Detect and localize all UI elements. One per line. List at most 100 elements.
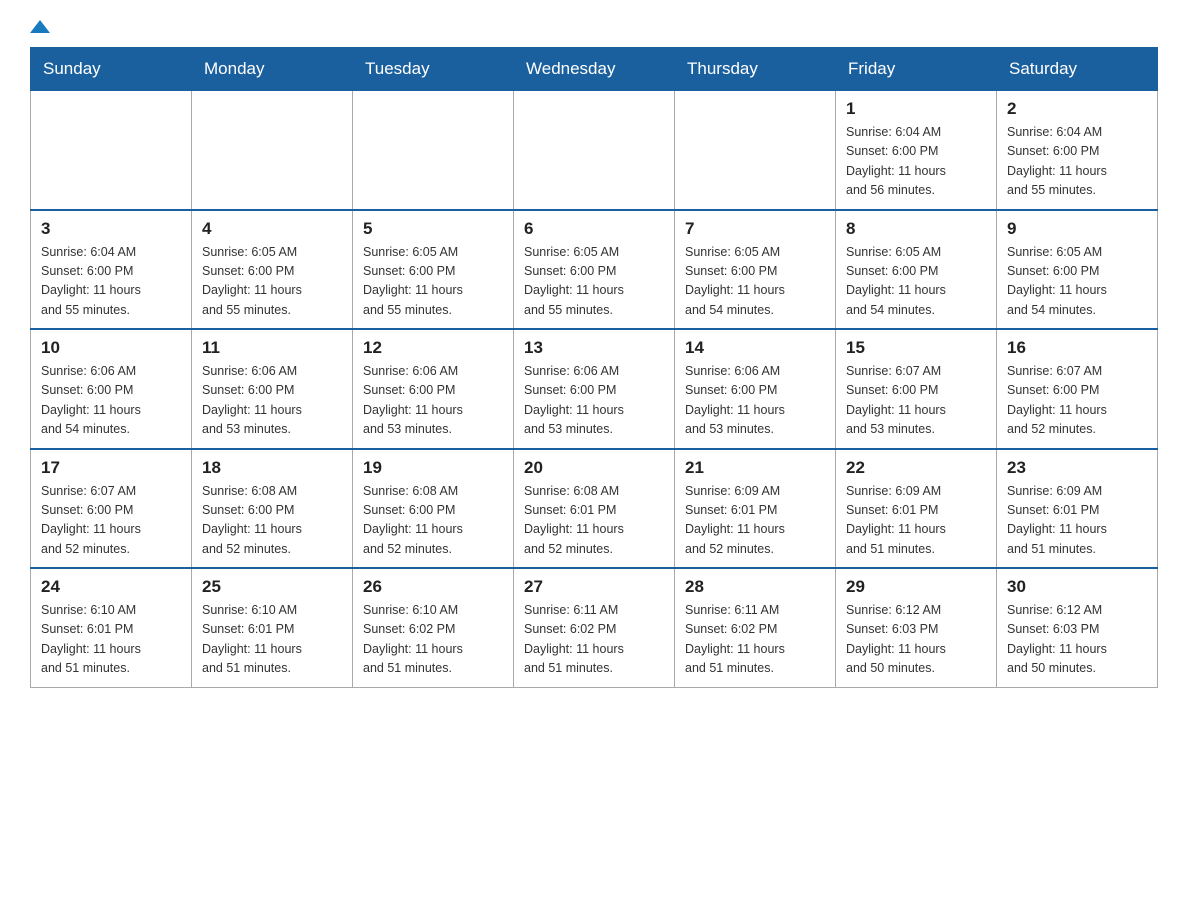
calendar-cell: 3 Sunrise: 6:04 AM Sunset: 6:00 PM Daylig… <box>31 210 192 330</box>
calendar-cell: 5 Sunrise: 6:05 AM Sunset: 6:00 PM Daylig… <box>353 210 514 330</box>
calendar-table: SundayMondayTuesdayWednesdayThursdayFrid… <box>30 47 1158 688</box>
day-number: 12 <box>363 338 503 358</box>
calendar-week-row: 1 Sunrise: 6:04 AM Sunset: 6:00 PM Daylig… <box>31 90 1158 210</box>
calendar-cell: 18Sunrise: 6:08 AM Sunset: 6:00 PM Dayli… <box>192 449 353 569</box>
calendar-cell: 23 Sunrise: 6:09 AM Sunset: 6:01 PM Dayli… <box>997 449 1158 569</box>
day-number: 26 <box>363 577 503 597</box>
day-info: Sunrise: 6:07 AM Sunset: 6:00 PM Dayligh… <box>41 482 181 560</box>
day-info: Sunrise: 6:09 AM Sunset: 6:01 PM Dayligh… <box>1007 482 1147 560</box>
day-info: Sunrise: 6:06 AM Sunset: 6:00 PM Dayligh… <box>685 362 825 440</box>
day-number: 3 <box>41 219 181 239</box>
calendar-cell: 1 Sunrise: 6:04 AM Sunset: 6:00 PM Daylig… <box>836 90 997 210</box>
calendar-week-row: 17 Sunrise: 6:07 AM Sunset: 6:00 PM Dayli… <box>31 449 1158 569</box>
calendar-cell: 13 Sunrise: 6:06 AM Sunset: 6:00 PM Dayli… <box>514 329 675 449</box>
day-info: Sunrise: 6:05 AM Sunset: 6:00 PM Dayligh… <box>202 243 342 321</box>
calendar-week-row: 3 Sunrise: 6:04 AM Sunset: 6:00 PM Daylig… <box>31 210 1158 330</box>
day-info: Sunrise: 6:05 AM Sunset: 6:00 PM Dayligh… <box>363 243 503 321</box>
day-info: Sunrise: 6:11 AM Sunset: 6:02 PM Dayligh… <box>524 601 664 679</box>
day-info: Sunrise: 6:10 AM Sunset: 6:01 PM Dayligh… <box>41 601 181 679</box>
calendar-cell: 17 Sunrise: 6:07 AM Sunset: 6:00 PM Dayli… <box>31 449 192 569</box>
calendar-cell: 11 Sunrise: 6:06 AM Sunset: 6:00 PM Dayli… <box>192 329 353 449</box>
day-info: Sunrise: 6:05 AM Sunset: 6:00 PM Dayligh… <box>846 243 986 321</box>
day-info: Sunrise: 6:12 AM Sunset: 6:03 PM Dayligh… <box>846 601 986 679</box>
calendar-cell: 19Sunrise: 6:08 AM Sunset: 6:00 PM Dayli… <box>353 449 514 569</box>
day-info: Sunrise: 6:05 AM Sunset: 6:00 PM Dayligh… <box>524 243 664 321</box>
day-info: Sunrise: 6:12 AM Sunset: 6:03 PM Dayligh… <box>1007 601 1147 679</box>
day-number: 23 <box>1007 458 1147 478</box>
day-info: Sunrise: 6:07 AM Sunset: 6:00 PM Dayligh… <box>846 362 986 440</box>
day-number: 1 <box>846 99 986 119</box>
day-info: Sunrise: 6:04 AM Sunset: 6:00 PM Dayligh… <box>1007 123 1147 201</box>
calendar-cell: 15 Sunrise: 6:07 AM Sunset: 6:00 PM Dayli… <box>836 329 997 449</box>
day-info: Sunrise: 6:10 AM Sunset: 6:01 PM Dayligh… <box>202 601 342 679</box>
calendar-cell: 14 Sunrise: 6:06 AM Sunset: 6:00 PM Dayli… <box>675 329 836 449</box>
page-header <box>30 20 1158 27</box>
calendar-cell: 6Sunrise: 6:05 AM Sunset: 6:00 PM Daylig… <box>514 210 675 330</box>
day-info: Sunrise: 6:05 AM Sunset: 6:00 PM Dayligh… <box>685 243 825 321</box>
calendar-cell: 24 Sunrise: 6:10 AM Sunset: 6:01 PM Dayli… <box>31 568 192 687</box>
col-header-thursday: Thursday <box>675 48 836 90</box>
day-info: Sunrise: 6:04 AM Sunset: 6:00 PM Dayligh… <box>41 243 181 321</box>
day-number: 25 <box>202 577 342 597</box>
calendar-cell <box>675 90 836 210</box>
day-number: 22 <box>846 458 986 478</box>
day-info: Sunrise: 6:07 AM Sunset: 6:00 PM Dayligh… <box>1007 362 1147 440</box>
day-info: Sunrise: 6:09 AM Sunset: 6:01 PM Dayligh… <box>685 482 825 560</box>
col-header-wednesday: Wednesday <box>514 48 675 90</box>
day-number: 2 <box>1007 99 1147 119</box>
calendar-cell: 12Sunrise: 6:06 AM Sunset: 6:00 PM Dayli… <box>353 329 514 449</box>
day-info: Sunrise: 6:06 AM Sunset: 6:00 PM Dayligh… <box>41 362 181 440</box>
day-number: 27 <box>524 577 664 597</box>
col-header-sunday: Sunday <box>31 48 192 90</box>
calendar-cell: 22 Sunrise: 6:09 AM Sunset: 6:01 PM Dayli… <box>836 449 997 569</box>
calendar-cell: 30 Sunrise: 6:12 AM Sunset: 6:03 PM Dayli… <box>997 568 1158 687</box>
calendar-week-row: 10Sunrise: 6:06 AM Sunset: 6:00 PM Dayli… <box>31 329 1158 449</box>
calendar-cell <box>353 90 514 210</box>
calendar-header-row: SundayMondayTuesdayWednesdayThursdayFrid… <box>31 48 1158 90</box>
day-info: Sunrise: 6:06 AM Sunset: 6:00 PM Dayligh… <box>202 362 342 440</box>
calendar-cell: 21Sunrise: 6:09 AM Sunset: 6:01 PM Dayli… <box>675 449 836 569</box>
day-number: 5 <box>363 219 503 239</box>
calendar-cell: 9Sunrise: 6:05 AM Sunset: 6:00 PM Daylig… <box>997 210 1158 330</box>
day-number: 11 <box>202 338 342 358</box>
day-number: 9 <box>1007 219 1147 239</box>
calendar-cell: 25 Sunrise: 6:10 AM Sunset: 6:01 PM Dayli… <box>192 568 353 687</box>
day-info: Sunrise: 6:10 AM Sunset: 6:02 PM Dayligh… <box>363 601 503 679</box>
day-number: 29 <box>846 577 986 597</box>
day-info: Sunrise: 6:11 AM Sunset: 6:02 PM Dayligh… <box>685 601 825 679</box>
logo-blue-part <box>30 20 50 35</box>
day-number: 8 <box>846 219 986 239</box>
day-number: 14 <box>685 338 825 358</box>
col-header-tuesday: Tuesday <box>353 48 514 90</box>
calendar-cell <box>192 90 353 210</box>
calendar-cell: 16 Sunrise: 6:07 AM Sunset: 6:00 PM Dayli… <box>997 329 1158 449</box>
day-number: 30 <box>1007 577 1147 597</box>
col-header-monday: Monday <box>192 48 353 90</box>
day-number: 28 <box>685 577 825 597</box>
col-header-saturday: Saturday <box>997 48 1158 90</box>
day-info: Sunrise: 6:04 AM Sunset: 6:00 PM Dayligh… <box>846 123 986 201</box>
day-info: Sunrise: 6:08 AM Sunset: 6:00 PM Dayligh… <box>202 482 342 560</box>
day-info: Sunrise: 6:08 AM Sunset: 6:01 PM Dayligh… <box>524 482 664 560</box>
calendar-cell <box>514 90 675 210</box>
calendar-cell: 29 Sunrise: 6:12 AM Sunset: 6:03 PM Dayli… <box>836 568 997 687</box>
calendar-cell: 4 Sunrise: 6:05 AM Sunset: 6:00 PM Daylig… <box>192 210 353 330</box>
calendar-cell: 10Sunrise: 6:06 AM Sunset: 6:00 PM Dayli… <box>31 329 192 449</box>
day-number: 20 <box>524 458 664 478</box>
day-number: 15 <box>846 338 986 358</box>
calendar-cell: 20 Sunrise: 6:08 AM Sunset: 6:01 PM Dayli… <box>514 449 675 569</box>
calendar-cell: 7 Sunrise: 6:05 AM Sunset: 6:00 PM Daylig… <box>675 210 836 330</box>
day-number: 7 <box>685 219 825 239</box>
col-header-friday: Friday <box>836 48 997 90</box>
day-number: 16 <box>1007 338 1147 358</box>
day-number: 17 <box>41 458 181 478</box>
day-number: 19 <box>363 458 503 478</box>
day-number: 13 <box>524 338 664 358</box>
day-number: 24 <box>41 577 181 597</box>
day-number: 4 <box>202 219 342 239</box>
calendar-cell: 8 Sunrise: 6:05 AM Sunset: 6:00 PM Daylig… <box>836 210 997 330</box>
day-info: Sunrise: 6:09 AM Sunset: 6:01 PM Dayligh… <box>846 482 986 560</box>
calendar-cell: 27 Sunrise: 6:11 AM Sunset: 6:02 PM Dayli… <box>514 568 675 687</box>
calendar-cell: 2 Sunrise: 6:04 AM Sunset: 6:00 PM Daylig… <box>997 90 1158 210</box>
day-info: Sunrise: 6:06 AM Sunset: 6:00 PM Dayligh… <box>524 362 664 440</box>
